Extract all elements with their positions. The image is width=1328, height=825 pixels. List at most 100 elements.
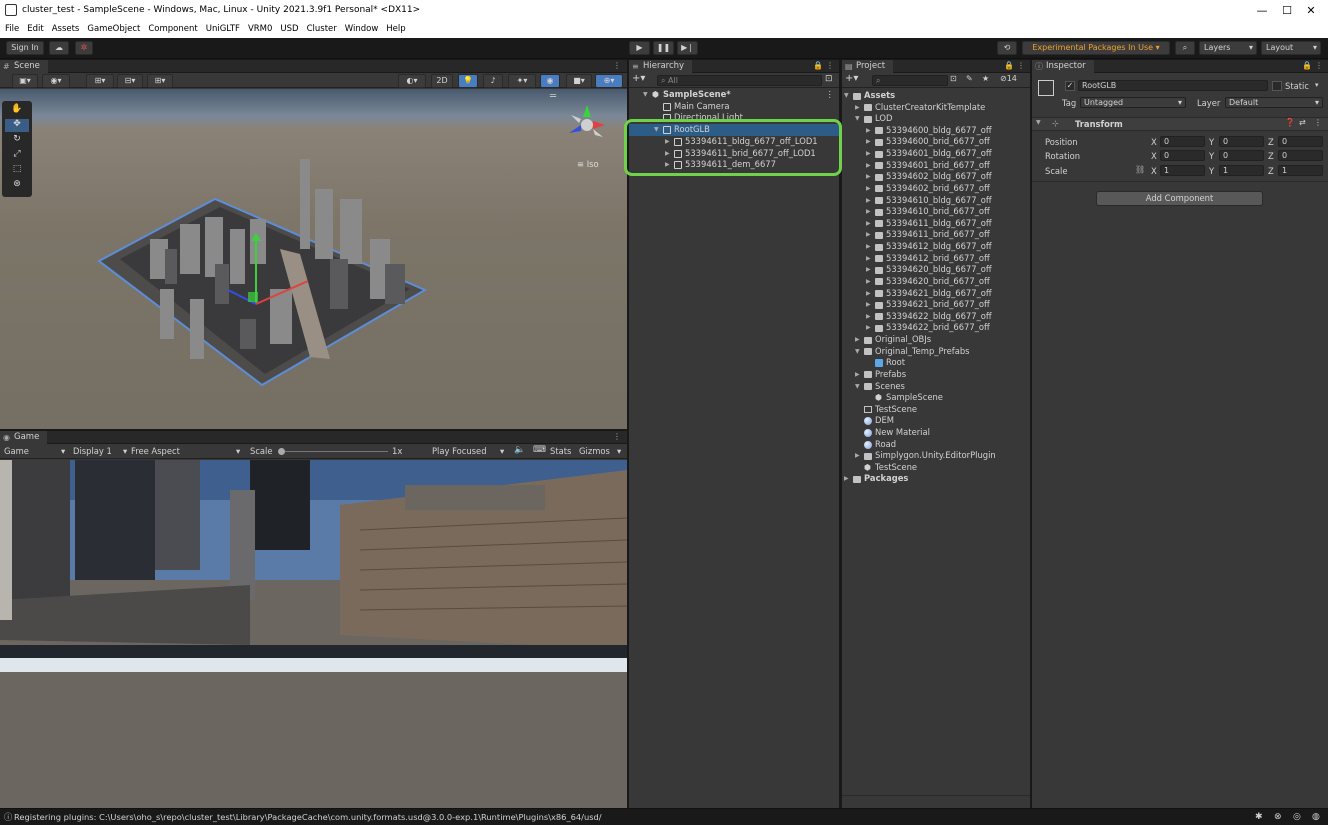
collapsed-arrow-icon[interactable]: ▶	[844, 473, 849, 485]
create-add-icon[interactable]: +▾	[632, 73, 645, 84]
tree-row[interactable]: ▶ 53394602_brid_6677_off	[842, 183, 1030, 195]
sign-in-button[interactable]: Sign In	[6, 41, 44, 55]
close-window-button[interactable]: ✕	[1289, 0, 1328, 22]
tag-dropdown[interactable]: Untagged ▾	[1080, 97, 1186, 108]
game-viewport[interactable]	[0, 460, 627, 808]
collapsed-arrow-icon[interactable]: ▶	[866, 171, 871, 183]
gizmo-globe-icon[interactable]: ◉▾	[42, 74, 70, 88]
search-by-label-icon[interactable]: ✎	[966, 74, 973, 83]
project-create-icon[interactable]: +▾	[845, 73, 858, 84]
cloud-icon[interactable]: ☁	[49, 41, 69, 55]
static-dropdown-icon[interactable]: ▾	[1315, 81, 1319, 89]
move-tool-icon[interactable]: ✥	[5, 119, 29, 132]
tree-row[interactable]: ▶ ClusterCreatorKitTemplate	[842, 102, 1030, 114]
rotation-z-field[interactable]: 0	[1278, 150, 1323, 161]
menu-edit[interactable]: Edit	[23, 22, 47, 37]
tree-row[interactable]: ▶ 53394620_bldg_6677_off	[842, 264, 1030, 276]
tree-row[interactable]: ▶ Packages	[842, 473, 1030, 485]
tree-row[interactable]: ▶ 53394612_brid_6677_off	[842, 253, 1030, 265]
tree-row[interactable]: ▼ Original_Temp_Prefabs	[842, 346, 1030, 358]
position-x-field[interactable]: 0	[1160, 136, 1205, 147]
collapsed-arrow-icon[interactable]: ▶	[866, 264, 871, 276]
game-mode-dropdown[interactable]: Game ▾	[4, 446, 65, 456]
scale-y-field[interactable]: 1	[1219, 165, 1264, 176]
play-button[interactable]: ▶	[629, 41, 650, 55]
stats-button[interactable]: Stats	[550, 446, 571, 456]
expanded-arrow-icon[interactable]: ▼	[844, 90, 849, 102]
component-menu-icon[interactable]: ⋮	[1314, 118, 1322, 127]
layout-dropdown[interactable]: Layout ▾	[1261, 41, 1321, 55]
scale-tool-icon[interactable]: ⤢	[5, 149, 29, 162]
scene-visibility-icon[interactable]: ⊡	[825, 74, 833, 84]
experimental-packages-button[interactable]: Experimental Packages In Use ▾	[1022, 41, 1170, 55]
hand-tool-icon[interactable]: ✋	[5, 104, 29, 117]
menu-vrm0[interactable]: VRM0	[244, 22, 276, 37]
effects-toggle-icon[interactable]: ✦▾	[508, 74, 536, 88]
inspector-more-icon[interactable]: ⋮	[1315, 61, 1323, 70]
menu-assets[interactable]: Assets	[48, 22, 84, 37]
collapsed-arrow-icon[interactable]: ▶	[866, 276, 871, 288]
collapsed-arrow-icon[interactable]: ▶	[866, 241, 871, 253]
project-search-input[interactable]: ⌕	[872, 75, 948, 86]
scene-viewport[interactable]: ✋ ✥ ↻ ⤢ ⬚ ⊛ ≡ Iso ═	[0, 89, 627, 429]
search-by-type-icon[interactable]: ⊡	[950, 74, 957, 83]
gizmos-toggle-icon[interactable]: ⊕▾	[595, 74, 623, 88]
keyboard-shortcuts-icon[interactable]: ⌨	[533, 445, 546, 455]
tree-row[interactable]: ▶ 53394620_brid_6677_off	[842, 276, 1030, 288]
play-focused-dropdown[interactable]: Play Focused ▾	[432, 446, 508, 456]
collapsed-arrow-icon[interactable]: ▶	[866, 160, 871, 172]
collapsed-arrow-icon[interactable]: ▶	[866, 195, 871, 207]
grid-visibility-icon[interactable]: ⊟▾	[117, 74, 143, 88]
tree-row[interactable]: ▶ 53394621_brid_6677_off	[842, 299, 1030, 311]
tree-row[interactable]: ▶ Prefabs	[842, 369, 1030, 381]
collapsed-arrow-icon[interactable]: ▶	[866, 253, 871, 265]
tab-inspector[interactable]: ⓘ Inspector	[1032, 60, 1094, 73]
scene-menu-icon[interactable]: ⋮	[826, 89, 834, 101]
network-icon[interactable]: ⊗	[1274, 809, 1282, 825]
tree-row[interactable]: ▶ 53394601_brid_6677_off	[842, 160, 1030, 172]
menu-file[interactable]: File	[0, 22, 23, 37]
tree-row[interactable]: ▶ Original_OBJs	[842, 334, 1030, 346]
lock-icon[interactable]: 🔒	[813, 61, 823, 70]
aspect-dropdown[interactable]: Free Aspect ▾	[131, 446, 243, 456]
hierarchy-search-input[interactable]: ⌕ All	[657, 75, 822, 86]
tree-row[interactable]: Root	[842, 357, 1030, 369]
scale-x-field[interactable]: 1	[1160, 165, 1205, 176]
tree-row[interactable]: ▶ 53394612_bldg_6677_off	[842, 241, 1030, 253]
collapsed-arrow-icon[interactable]: ▶	[855, 334, 860, 346]
tree-row[interactable]: ⬢ SampleScene	[842, 392, 1030, 404]
collapsed-arrow-icon[interactable]: ▶	[866, 148, 871, 160]
position-y-field[interactable]: 0	[1219, 136, 1264, 147]
menu-unigltf[interactable]: UniGLTF	[202, 22, 244, 37]
collab-icon[interactable]: ✲	[75, 41, 93, 55]
collapsed-arrow-icon[interactable]: ▶	[866, 136, 871, 148]
menu-component[interactable]: Component	[144, 22, 201, 37]
inspector-lock-icon[interactable]: 🔒	[1302, 61, 1312, 70]
tree-row[interactable]: ▼ ⬢ SampleScene* ⋮	[629, 89, 839, 101]
tree-row[interactable]: ▶ 53394611_brid_6677_off	[842, 229, 1030, 241]
collapsed-arrow-icon[interactable]: ▶	[855, 102, 860, 114]
scale-z-field[interactable]: 1	[1278, 165, 1323, 176]
tree-row[interactable]: ▶ 53394601_bldg_6677_off	[842, 148, 1030, 160]
tree-row[interactable]: TestScene	[842, 404, 1030, 416]
display-dropdown[interactable]: Display 1 ▾	[73, 446, 128, 456]
search-icon[interactable]: ⌕	[1175, 41, 1195, 55]
collapsed-arrow-icon[interactable]: ▶	[866, 229, 871, 241]
constrain-proportions-icon[interactable]: ⛓	[1135, 165, 1145, 174]
menu-gameobject[interactable]: GameObject	[83, 22, 144, 37]
hierarchy-more-icon[interactable]: ⋮	[826, 61, 834, 70]
tree-row[interactable]: ▼ LOD	[842, 113, 1030, 125]
mute-audio-icon[interactable]: 🔈	[514, 445, 525, 455]
expanded-arrow-icon[interactable]: ▼	[855, 113, 860, 125]
project-more-icon[interactable]: ⋮	[1017, 61, 1025, 70]
more-options-icon[interactable]: ⋮	[613, 61, 621, 70]
scene-overlay-menu-icon[interactable]: ═	[550, 91, 556, 102]
draw-mode-icon[interactable]: ▣▾	[12, 74, 38, 88]
undo-history-icon[interactable]: ⟲	[997, 41, 1017, 55]
menu-usd[interactable]: USD	[276, 22, 302, 37]
camera-settings-icon[interactable]: ■▾	[566, 74, 592, 88]
expanded-arrow-icon[interactable]: ▼	[855, 346, 860, 358]
tab-project[interactable]: ▤ Project	[842, 60, 894, 73]
tree-row[interactable]: ▶ 53394602_bldg_6677_off	[842, 171, 1030, 183]
hidden-packages-icon[interactable]: ⊘14	[1000, 74, 1017, 83]
